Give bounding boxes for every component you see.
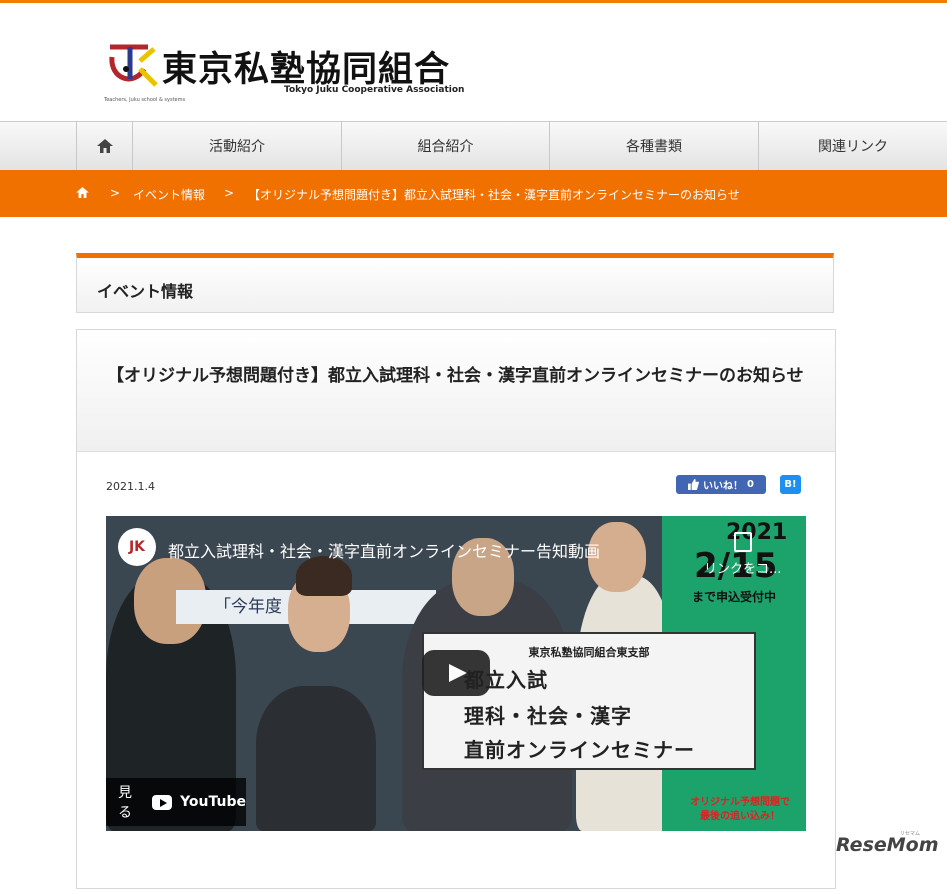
- youtube-icon: [151, 794, 173, 810]
- breadcrumb-home-icon[interactable]: [76, 187, 89, 198]
- seminar-line-2: 理科・社会・漢字: [464, 704, 632, 728]
- facebook-like-label: いいね！: [703, 481, 744, 492]
- site-logo[interactable]: 東京私塾協同組合 Tokyo Juku Cooperative Associat…: [104, 39, 464, 105]
- copy-link-icon[interactable]: [734, 532, 752, 552]
- facebook-like-button[interactable]: いいね！ 0: [676, 475, 766, 494]
- logo-tagline: Teachers, Juku school & systems: [104, 97, 186, 103]
- channel-avatar[interactable]: JK: [118, 528, 156, 566]
- resemom-watermark: ReseMom: [836, 834, 939, 856]
- logo-subtitle: Tokyo Juku Cooperative Association: [284, 85, 465, 95]
- nav-item-activities[interactable]: 活動紹介: [132, 122, 341, 170]
- youtube-label: YouTube: [180, 794, 246, 810]
- copy-link-label[interactable]: リンクをコ...: [704, 558, 781, 577]
- watch-on-youtube-button[interactable]: 見る YouTube: [106, 778, 246, 826]
- person-2-hair: [296, 556, 352, 596]
- watch-label: 見る: [118, 785, 132, 821]
- article-title: 【オリジナル予想問題付き】都立入試理科・社会・漢字直前オンラインセミナーのお知ら…: [107, 366, 804, 386]
- chevron-right-icon: >: [224, 186, 235, 200]
- home-icon: [96, 139, 113, 153]
- play-button[interactable]: [422, 650, 490, 696]
- article-date: 2021.1.4: [106, 480, 155, 493]
- breadcrumb-item-events[interactable]: イベント情報: [133, 186, 205, 203]
- nav-item-links[interactable]: 関連リンク: [758, 122, 947, 170]
- video-title[interactable]: 都立入試理科・社会・漢字直前オンラインセミナー告知動画: [168, 538, 600, 562]
- facebook-like-count: 0: [747, 479, 754, 490]
- article-title-box: 【オリジナル予想問題付き】都立入試理科・社会・漢字直前オンラインセミナーのお知ら…: [77, 330, 835, 452]
- site-header: 東京私塾協同組合 Tokyo Juku Cooperative Associat…: [0, 3, 947, 120]
- person-2: [256, 686, 376, 831]
- section-title: イベント情報: [97, 282, 194, 301]
- nav-home[interactable]: [76, 122, 132, 170]
- promo-line-1: オリジナル予想問題で: [690, 797, 790, 808]
- breadcrumb: > イベント情報 > 【オリジナル予想問題付き】都立入試理科・社会・漢字直前オン…: [0, 170, 947, 217]
- promo-line-2: 最後の追い込み！: [700, 811, 780, 822]
- nav-item-documents[interactable]: 各種書類: [549, 122, 758, 170]
- logo-mark-icon: [109, 44, 158, 87]
- nav-item-about[interactable]: 組合紹介: [341, 122, 549, 170]
- main-nav: 活動紹介 組合紹介 各種書類 関連リンク: [0, 121, 947, 171]
- youtube-video-embed[interactable]: 「今年度 2021 2/15 まで申込受付中 オリジナル予想問題で 最後の追い込…: [106, 516, 806, 831]
- seminar-line-3: 直前オンラインセミナー: [464, 738, 695, 762]
- thumbs-up-icon: [688, 479, 699, 490]
- hatena-bookmark-button[interactable]: B!: [780, 475, 801, 494]
- section-heading: イベント情報: [76, 253, 834, 313]
- promo-deadline-text: まで申込受付中: [692, 590, 777, 604]
- chevron-right-icon: >: [110, 186, 121, 200]
- promo-red-text: オリジナル予想問題で 最後の追い込み！: [682, 796, 798, 824]
- breadcrumb-item-current: 【オリジナル予想問題付き】都立入試理科・社会・漢字直前オンラインセミナーのお知ら…: [248, 188, 740, 202]
